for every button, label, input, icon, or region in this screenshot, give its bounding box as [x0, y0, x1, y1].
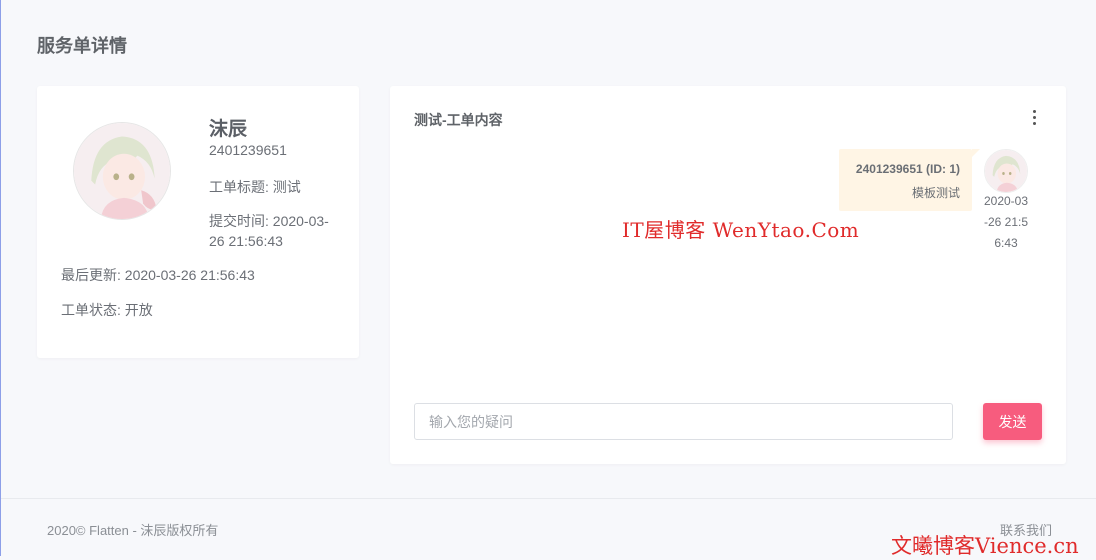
avatar	[73, 122, 171, 220]
last-updated: 最后更新: 2020-03-26 21:56:43	[61, 267, 255, 283]
message-text: 模板测试	[911, 186, 960, 200]
footer-copyright: 2020© Flatten - 沫辰版权所有	[47, 523, 219, 538]
chat-card: 测试-工单内容 2401239651 (ID: 1) 模板测试 2020-03-…	[390, 86, 1066, 464]
anime-avatar-icon	[74, 123, 170, 219]
ticket-title: 工单标题: 测试	[209, 179, 301, 195]
more-vertical-icon[interactable]	[1030, 110, 1038, 126]
profile-card: 沫辰 2401239651 工单标题: 测试 提交时间: 2020-03-26 …	[37, 86, 359, 358]
send-button[interactable]: 发送	[983, 403, 1042, 440]
message-bubble: 2401239651 (ID: 1) 模板测试	[839, 149, 980, 211]
watermark-text: IT屋博客 WenYtao.Com	[622, 218, 860, 242]
submit-time: 提交时间: 2020-03-26 21:56:43	[209, 213, 329, 249]
user-id: 2401239651	[209, 142, 287, 158]
message-time: 2020-03-26 21:56:43	[983, 194, 1029, 250]
message-avatar	[984, 149, 1028, 193]
user-name: 沫辰	[209, 119, 248, 140]
question-input[interactable]	[414, 403, 953, 440]
footer-divider	[1, 498, 1096, 499]
ticket-status: 工单状态: 开放	[61, 302, 153, 318]
message-sender: 2401239651 (ID: 1)	[855, 162, 960, 176]
anime-avatar-icon	[985, 150, 1027, 192]
page-title: 服务单详情	[37, 36, 127, 56]
chat-title: 测试-工单内容	[414, 112, 503, 128]
